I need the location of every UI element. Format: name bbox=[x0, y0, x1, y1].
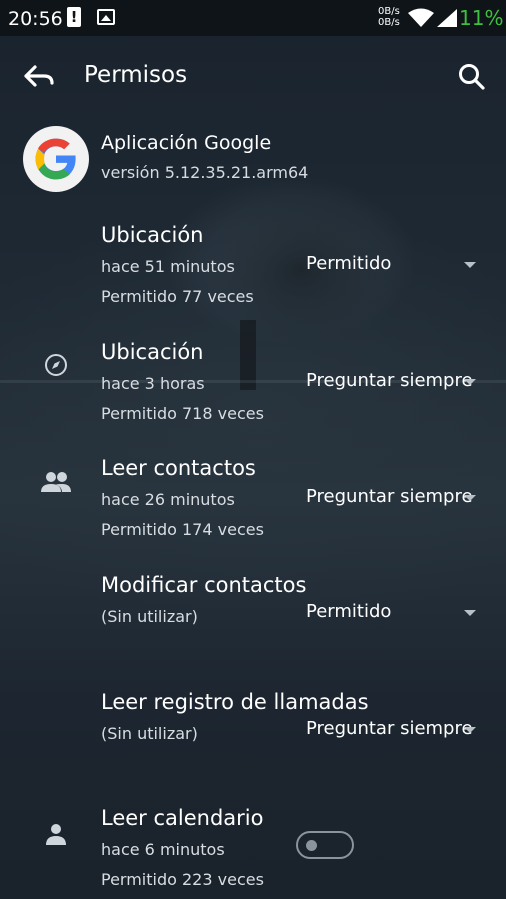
toggle-knob bbox=[306, 840, 317, 851]
app-name: Aplicación Google bbox=[101, 132, 272, 154]
signal-icon bbox=[437, 9, 457, 27]
network-speed-down: 0B/s bbox=[378, 17, 400, 28]
permission-last-used: (Sin utilizar) bbox=[101, 607, 198, 626]
permission-dropdown[interactable]: Preguntar siempre bbox=[306, 714, 484, 746]
network-speed-up: 0B/s bbox=[378, 6, 400, 17]
dropdown-value: Preguntar siempre bbox=[306, 718, 473, 739]
dropdown-arrow-icon bbox=[464, 262, 476, 268]
permission-last-used: hace 6 minutos bbox=[101, 840, 225, 859]
image-icon bbox=[97, 9, 115, 25]
permission-count: Permitido 174 veces bbox=[101, 520, 264, 539]
dropdown-value: Preguntar siempre bbox=[306, 486, 473, 507]
permission-title: Modificar contactos bbox=[101, 573, 307, 597]
network-speed: 0B/s 0B/s bbox=[378, 6, 400, 28]
app-version: versión 5.12.35.21.arm64 bbox=[101, 163, 309, 182]
battery-level: 11% bbox=[459, 6, 504, 30]
page-title: Permisos bbox=[84, 62, 188, 88]
wifi-icon bbox=[408, 8, 434, 27]
dropdown-value: Permitido bbox=[306, 253, 392, 274]
status-time: 20:56 bbox=[8, 8, 63, 30]
permission-last-used: hace 51 minutos bbox=[101, 257, 235, 276]
person-icon bbox=[40, 818, 72, 850]
permission-title: Leer registro de llamadas bbox=[101, 690, 369, 714]
toolbar: Permisos bbox=[0, 36, 506, 116]
permission-toggle[interactable] bbox=[296, 831, 354, 859]
permission-dropdown[interactable]: Preguntar siempre bbox=[306, 366, 484, 398]
permission-dropdown[interactable]: Permitido bbox=[306, 597, 484, 629]
permission-count: Permitido 77 veces bbox=[101, 287, 254, 306]
dropdown-arrow-icon bbox=[464, 727, 476, 733]
permission-last-used: (Sin utilizar) bbox=[101, 724, 198, 743]
search-icon[interactable] bbox=[456, 62, 486, 92]
permission-title: Leer calendario bbox=[101, 806, 264, 830]
back-arrow-icon[interactable] bbox=[22, 61, 56, 91]
google-logo-icon bbox=[23, 126, 89, 192]
permission-title: Ubicación bbox=[101, 340, 204, 364]
alert-icon: ! bbox=[67, 7, 81, 27]
compass-icon bbox=[40, 349, 72, 381]
permission-last-used: hace 26 minutos bbox=[101, 490, 235, 509]
dropdown-value: Permitido bbox=[306, 601, 392, 622]
contacts-icon bbox=[40, 466, 72, 498]
permission-title: Ubicación bbox=[101, 223, 204, 247]
permission-count: Permitido 718 veces bbox=[101, 404, 264, 423]
dropdown-value: Preguntar siempre bbox=[306, 370, 473, 391]
permission-dropdown[interactable]: Preguntar siempre bbox=[306, 482, 484, 514]
status-bar: 20:56 ! 0B/s 0B/s 11% bbox=[0, 0, 506, 36]
dropdown-arrow-icon bbox=[464, 379, 476, 385]
permission-count: Permitido 223 veces bbox=[101, 870, 264, 889]
dropdown-arrow-icon bbox=[464, 495, 476, 501]
permission-title: Leer contactos bbox=[101, 456, 256, 480]
dropdown-arrow-icon bbox=[464, 610, 476, 616]
permission-dropdown[interactable]: Permitido bbox=[306, 249, 484, 281]
permission-last-used: hace 3 horas bbox=[101, 374, 205, 393]
